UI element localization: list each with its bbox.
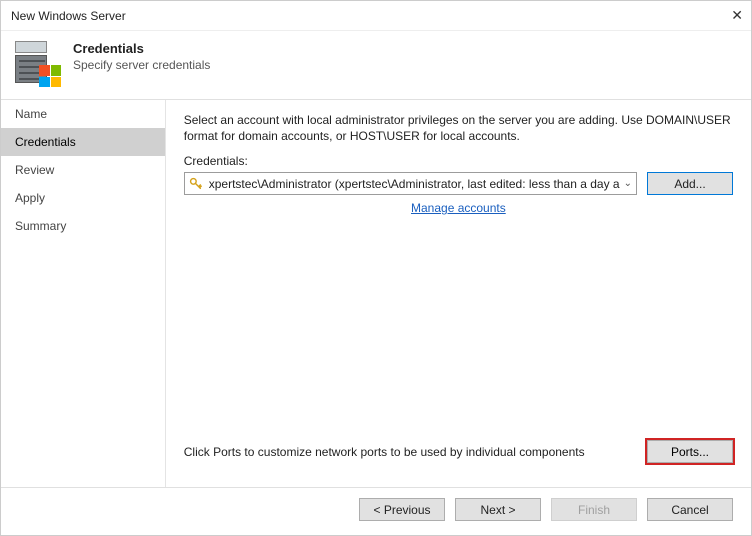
- next-button[interactable]: Next >: [455, 498, 541, 521]
- titlebar: New Windows Server ✕: [1, 1, 751, 31]
- page-subtitle: Specify server credentials: [73, 58, 210, 72]
- sidebar-item-name[interactable]: Name: [1, 100, 165, 128]
- finish-button: Finish: [551, 498, 637, 521]
- sidebar-item-credentials[interactable]: Credentials: [1, 128, 165, 156]
- wizard-sidebar: Name Credentials Review Apply Summary: [1, 100, 166, 487]
- add-button[interactable]: Add...: [647, 172, 733, 195]
- manage-accounts-link[interactable]: Manage accounts: [411, 201, 506, 215]
- main-panel: Select an account with local administrat…: [166, 100, 751, 487]
- key-icon: [189, 177, 203, 191]
- cancel-button[interactable]: Cancel: [647, 498, 733, 521]
- header-text: Credentials Specify server credentials: [73, 41, 210, 72]
- sidebar-item-apply[interactable]: Apply: [1, 184, 165, 212]
- server-windows-icon: [15, 41, 59, 85]
- ports-row: Click Ports to customize network ports t…: [184, 434, 733, 477]
- header: Credentials Specify server credentials: [1, 31, 751, 99]
- credentials-label: Credentials:: [184, 154, 733, 168]
- close-icon[interactable]: ✕: [703, 7, 743, 24]
- ports-help-text: Click Ports to customize network ports t…: [184, 445, 585, 459]
- manage-accounts-row: Manage accounts: [184, 201, 733, 215]
- sidebar-item-summary[interactable]: Summary: [1, 212, 165, 240]
- body: Name Credentials Review Apply Summary Se…: [1, 99, 751, 487]
- credentials-row: xpertstec\Administrator (xpertstec\Admin…: [184, 172, 733, 195]
- footer-buttons: < Previous Next > Finish Cancel: [1, 487, 751, 535]
- sidebar-item-review[interactable]: Review: [1, 156, 165, 184]
- ports-button[interactable]: Ports...: [647, 440, 733, 463]
- credentials-selected-value: xpertstec\Administrator (xpertstec\Admin…: [209, 177, 620, 191]
- dialog-window: New Windows Server ✕ Credentials Specify…: [0, 0, 752, 536]
- window-title: New Windows Server: [11, 9, 126, 23]
- chevron-down-icon: ⌄: [624, 178, 632, 189]
- page-title: Credentials: [73, 41, 210, 56]
- previous-button[interactable]: < Previous: [359, 498, 445, 521]
- instructions-text: Select an account with local administrat…: [184, 112, 733, 144]
- credentials-dropdown[interactable]: xpertstec\Administrator (xpertstec\Admin…: [184, 172, 637, 195]
